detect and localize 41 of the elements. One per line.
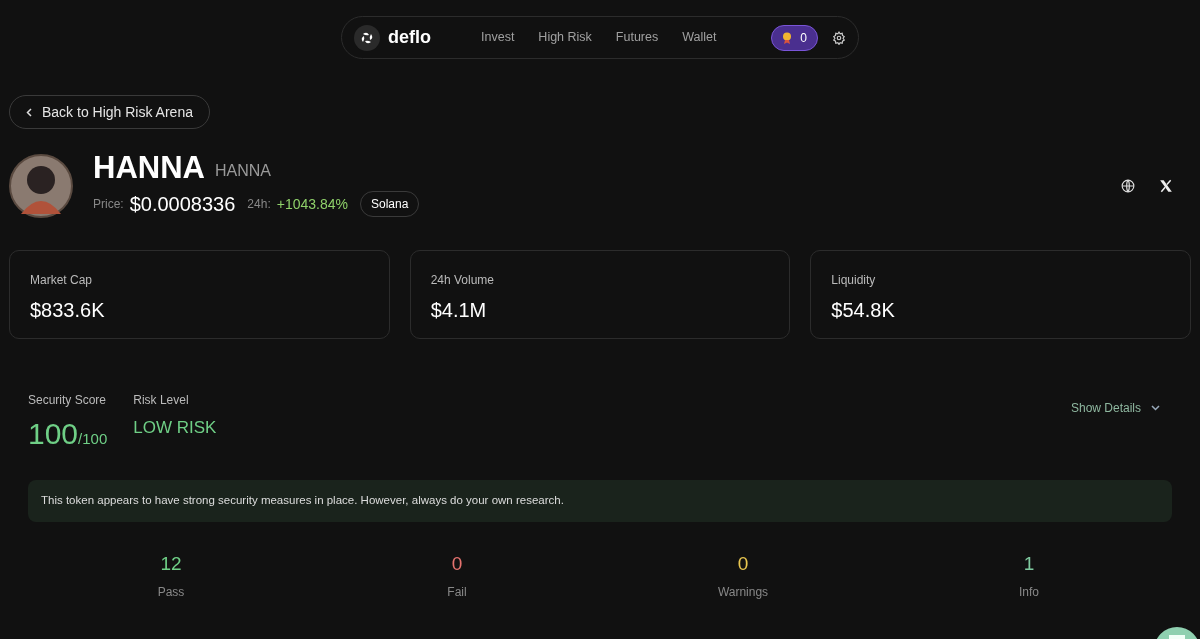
risk-level: LOW RISK <box>133 417 217 439</box>
change-label: 24h: <box>247 196 271 213</box>
risk-level-label: Risk Level <box>133 392 190 409</box>
nav-link[interactable]: Wallet <box>682 28 717 47</box>
nav-link[interactable]: Futures <box>615 28 659 47</box>
check-count: 0 <box>451 552 463 576</box>
show-details-toggle[interactable]: Show Details <box>1070 399 1160 417</box>
metric-label: Liquidity <box>831 272 877 289</box>
nav-link[interactable]: Invest <box>481 28 515 47</box>
metric-value: $4.1M <box>430 298 488 323</box>
medal-icon <box>782 31 793 44</box>
logo-icon <box>354 24 380 51</box>
check-label: Info <box>1019 583 1039 601</box>
price-value: $0.0008336 <box>129 192 236 217</box>
metric-value: $54.8K <box>831 298 896 323</box>
security-score: 100/100 <box>28 416 108 452</box>
security-score-label: Security Score <box>28 392 108 409</box>
check-label: Warnings <box>717 583 769 601</box>
check-count: 1 <box>1023 552 1035 576</box>
check-label: Pass <box>157 583 185 601</box>
security-message: This token appears to have strong security measures in place. However, always do your own research. <box>28 480 1172 522</box>
chevron-down-icon <box>1151 405 1160 411</box>
token-symbol: HANNA <box>214 161 271 181</box>
chevron-left-icon <box>26 107 32 117</box>
settings-icon[interactable] <box>832 30 846 45</box>
x-logo-icon[interactable] <box>1159 178 1173 193</box>
metric-label: 24h Volume <box>430 272 496 289</box>
chat-button[interactable] <box>1154 627 1200 639</box>
metric-value: $833.6K <box>30 298 106 323</box>
rewards-button[interactable]: 0 <box>771 24 818 51</box>
metric-label: Market Cap <box>30 272 94 289</box>
brand-name[interactable]: deflo <box>388 24 431 51</box>
token-avatar <box>9 153 73 218</box>
token-name: HANNA <box>93 152 205 183</box>
nav-link[interactable]: High Risk <box>538 28 592 47</box>
check-label: Fail <box>447 583 467 601</box>
price-label: Price: <box>93 196 124 213</box>
change-value: +1043.84% <box>276 194 348 214</box>
globe-icon[interactable] <box>1121 178 1135 193</box>
check-count: 0 <box>737 552 749 576</box>
check-count: 12 <box>160 552 182 576</box>
